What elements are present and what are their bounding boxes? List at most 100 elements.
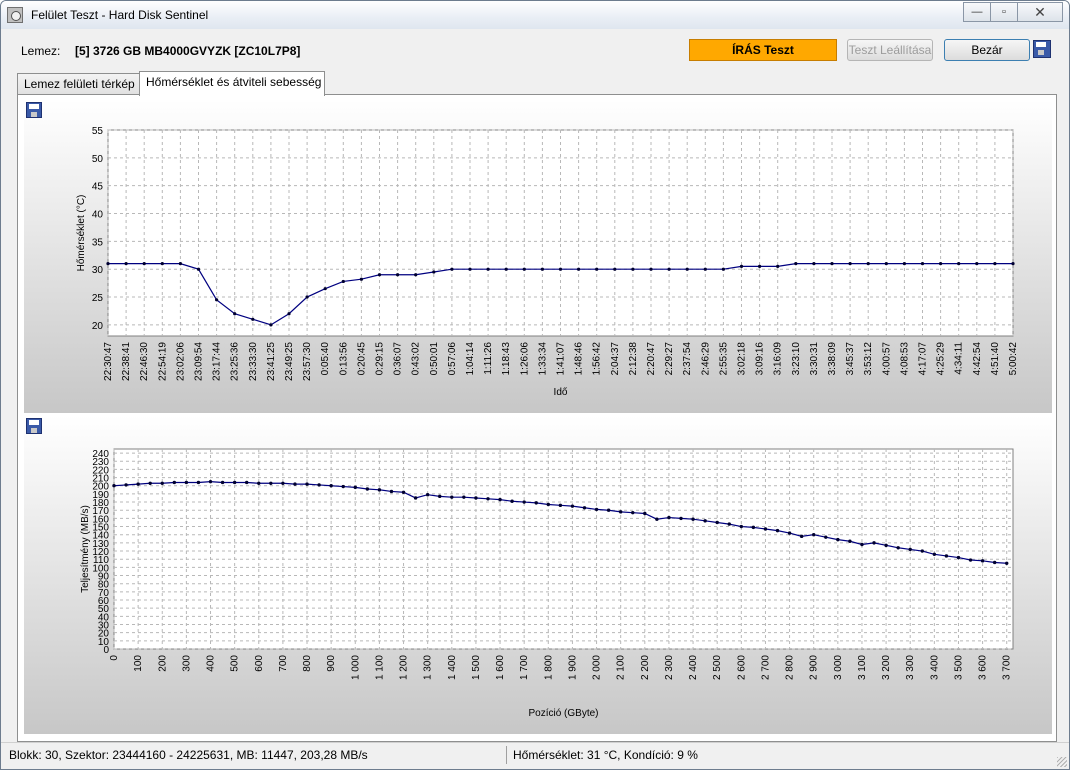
x-tick-label: 0:57:06: [447, 342, 458, 376]
x-tick-label: 22:38:41: [121, 342, 132, 381]
temperature-point: [558, 267, 563, 271]
x-tick-label: 1 400: [447, 655, 458, 680]
temperature-point: [577, 267, 581, 271]
throughput-point: [775, 528, 780, 533]
throughput-point: [872, 541, 876, 545]
x-tick-label: 4:00:57: [881, 342, 892, 376]
temperature-point: [884, 262, 888, 266]
y-tick-label: 50: [92, 154, 104, 165]
throughput-point: [329, 484, 333, 488]
throughput-point: [534, 501, 538, 505]
save-icon[interactable]: [1033, 40, 1051, 58]
y-tick-label: 25: [92, 293, 104, 304]
x-tick-label: 1:18:43: [501, 342, 512, 376]
throughput-point: [956, 555, 961, 560]
temperature-point: [504, 267, 508, 271]
y-tick-label: 30: [92, 265, 104, 276]
throughput-point: [522, 500, 526, 504]
x-tick-label: 1 800: [543, 655, 554, 680]
x-tick-label: 1 900: [567, 655, 578, 680]
x-tick-label: 200: [157, 655, 168, 672]
x-tick-label: 3 600: [978, 655, 989, 680]
throughput-point: [124, 483, 128, 487]
y-tick-label: 240: [92, 449, 109, 460]
x-tick-label: 0: [109, 655, 120, 661]
throughput-point: [824, 535, 828, 539]
throughput-point: [438, 494, 442, 499]
temperature-point: [124, 262, 128, 266]
throughput-point: [727, 522, 731, 526]
x-tick-label: 2:12:38: [628, 342, 639, 376]
x-tick-label: 4:17:07: [918, 342, 929, 376]
x-tick-label: 4:25:29: [936, 342, 947, 376]
temperature-point: [848, 262, 852, 266]
throughput-point: [920, 549, 924, 553]
temperature-point: [631, 267, 635, 271]
throughput-point: [558, 503, 563, 508]
throughput-point: [208, 479, 213, 484]
throughput-point: [667, 515, 671, 520]
x-tick-label: 2 600: [736, 655, 747, 680]
temperature-point: [613, 267, 617, 271]
temperature-point: [287, 312, 291, 316]
tab-surface-map[interactable]: Lemez felületi térkép: [17, 73, 155, 95]
x-tick-label: 1:26:06: [519, 342, 530, 376]
throughput-point: [546, 502, 550, 507]
x-tick-label: 4:08:53: [899, 342, 910, 376]
throughput-point: [148, 481, 152, 485]
stop-test-button[interactable]: Teszt Leállítása: [847, 39, 933, 61]
temperature-point: [830, 262, 834, 266]
x-tick-label: 2 400: [688, 655, 699, 680]
x-tick-label: 2:20:47: [646, 342, 657, 376]
x-tick-label: 2 800: [785, 655, 796, 680]
throughput-point: [992, 560, 997, 565]
throughput-chart-area: 0 100 200 300 400 500 600 700 800 900 1 000 1 100 1 …: [24, 416, 1052, 734]
y-axis-label: Teljesítmény (MB/s): [80, 505, 91, 593]
throughput-point: [643, 511, 647, 516]
throughput-point: [691, 517, 695, 521]
throughput-point: [425, 493, 430, 497]
throughput-point: [317, 483, 321, 487]
throughput-point: [220, 480, 225, 485]
throughput-point: [305, 482, 309, 486]
x-tick-label: 1 200: [399, 655, 410, 680]
x-tick-label: 4:51:40: [990, 342, 1001, 376]
x-tick-label: 3 400: [929, 655, 940, 680]
restore-button[interactable]: ▫: [990, 2, 1017, 22]
minimize-button[interactable]: —: [963, 2, 990, 22]
throughput-point: [606, 508, 611, 512]
x-tick-label: 23:09:54: [194, 342, 205, 381]
throughput-point: [570, 504, 575, 508]
throughput-point: [112, 484, 116, 488]
temperature-point: [305, 295, 309, 299]
x-tick-label: 4:42:54: [972, 342, 983, 376]
x-tick-label: 2 100: [616, 655, 627, 680]
x-tick-label: 3 300: [905, 655, 916, 680]
x-tick-label: 100: [133, 655, 144, 672]
x-axis-label: Idő: [554, 387, 568, 398]
temperature-point: [685, 267, 689, 271]
x-tick-label: 2 900: [809, 655, 820, 680]
temperature-chart-area: 22:30:47 22:38:41 22:46:30 22:54:19 23:02:06…: [24, 100, 1052, 413]
throughput-point: [413, 496, 418, 500]
x-tick-label: 3 700: [1002, 655, 1013, 680]
plot-background: [113, 448, 1014, 650]
x-tick-label: 3:38:09: [827, 342, 838, 376]
throughput-point: [462, 495, 466, 499]
x-tick-label: 2:55:35: [718, 342, 729, 376]
x-tick-label: 22:30:47: [103, 342, 114, 381]
status-bar: Blokk: 30, Szektor: 23444160 - 24225631,…: [1, 742, 1069, 769]
x-tick-label: 23:17:44: [212, 342, 223, 381]
throughput-point: [739, 524, 744, 529]
x-tick-label: 1 700: [519, 655, 530, 680]
throughput-point: [763, 527, 768, 531]
throughput-point: [812, 533, 816, 537]
temperature-point: [269, 323, 273, 327]
close-window-button[interactable]: ✕: [1017, 2, 1063, 22]
throughput-point: [450, 495, 454, 499]
resize-grip[interactable]: [1057, 757, 1067, 767]
title-bar[interactable]: Felület Teszt - Hard Disk Sentinel — ▫ ✕: [1, 1, 1069, 29]
close-button[interactable]: Bezár: [944, 39, 1030, 61]
temperature-point: [939, 262, 943, 266]
tab-temperature-transfer[interactable]: Hőmérséklet és átviteli sebesség: [139, 71, 325, 96]
